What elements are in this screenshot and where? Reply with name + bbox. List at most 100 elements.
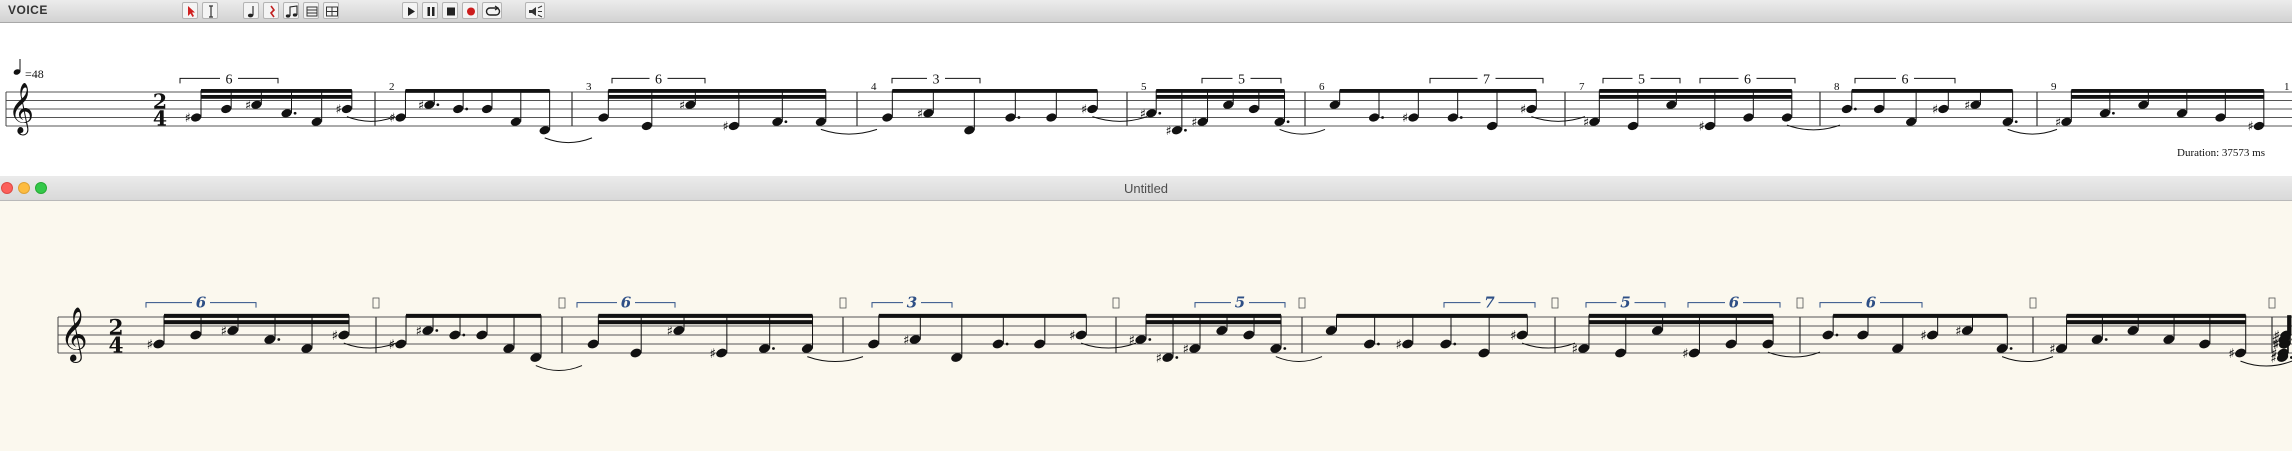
- notehead: [476, 330, 488, 340]
- sharp-accidental: ♯: [1069, 328, 1076, 344]
- notehead: [190, 113, 202, 122]
- notehead: [1615, 348, 1626, 358]
- beam: [878, 313, 1087, 318]
- tempo-label: =48: [25, 67, 44, 81]
- play-icon[interactable]: [402, 2, 418, 19]
- sharp-accidental: ♯: [1156, 350, 1163, 366]
- barline-marker: [372, 297, 380, 309]
- tie: [2240, 360, 2292, 367]
- pause-icon[interactable]: [422, 2, 438, 19]
- time-signature-bottom: 4: [108, 334, 123, 359]
- notehead: [1873, 104, 1885, 114]
- augmentation-dot: [1453, 342, 1457, 346]
- notehead: [1762, 339, 1774, 349]
- tuplet-number: 5: [1235, 294, 1245, 312]
- notehead: [1075, 330, 1087, 340]
- augmentation-dot: [784, 120, 788, 124]
- barline-marker: [839, 297, 847, 309]
- chord-tool-icon[interactable]: [303, 2, 319, 19]
- augmentation-dot: [1459, 116, 1463, 119]
- augmentation-dot: [2009, 347, 2013, 350]
- beam: [200, 94, 352, 99]
- beamed-notes-tool-icon[interactable]: [283, 2, 299, 19]
- sharp-accidental: ♯: [1955, 323, 1962, 339]
- notehead: [882, 113, 893, 122]
- barline-marker: [2268, 297, 2276, 309]
- score-view-top[interactable]: =48𝄞 24 ♯♯ ♯♯♯ ♯♯♯ ♯ ♯♯♯ ♯♯♯ ♯♯ ♯♯ ♯6 6 3 5 7 5 6 62 3 4 5 6 7…: [0, 24, 2292, 176]
- beam: [164, 320, 350, 325]
- stop-icon[interactable]: [442, 2, 458, 19]
- treble-clef: 𝄞: [8, 83, 34, 136]
- sharp-accidental: ♯: [679, 98, 685, 113]
- beam: [608, 94, 826, 99]
- augmentation-dot: [465, 107, 469, 111]
- notehead: [1822, 330, 1834, 340]
- tuplet-number: 5: [1638, 72, 1645, 87]
- tie: [2007, 128, 2058, 135]
- score-grid-tool-icon[interactable]: [323, 2, 339, 19]
- sharp-accidental: ♯: [1081, 103, 1087, 118]
- sharp-accidental: ♯: [389, 111, 395, 126]
- notehead: [221, 104, 232, 114]
- voice-window: VOICE =48 𝄞 2 4 ♯ ♯ ♯ ♯ ♯ ♯ ♯ ♯ ♯ ♯ ♯ ♯ …: [0, 0, 2292, 176]
- duration-label: Duration: 37573 ms: [2177, 147, 2265, 159]
- beam: [1146, 320, 1282, 325]
- tie: [544, 137, 593, 144]
- score-view-bottom[interactable]: 𝄞 24 ♯♯ ♯♯♯ ♯♯♯ ♯ ♯♯♯ ♯♯♯ ♯♯ ♯♯ ♯♯♯♯♯♯♯6 6 3 5 7 5 6 6: [0, 201, 2292, 451]
- notehead: [1087, 104, 1098, 114]
- sharp-accidental: ♯: [1395, 337, 1402, 353]
- notehead: [1743, 113, 1754, 122]
- sharp-accidental: ♯: [389, 337, 396, 353]
- sharp-accidental: ♯: [245, 98, 251, 113]
- notehead: [2199, 339, 2211, 349]
- note-tool-icon[interactable]: [243, 2, 259, 19]
- augmentation-dot: [1283, 347, 1287, 350]
- notehead: [395, 113, 406, 122]
- loop-icon[interactable]: [482, 2, 502, 19]
- sharp-accidental: ♯: [722, 120, 728, 135]
- notehead: [1857, 330, 1869, 340]
- sharp-accidental: ♯: [1191, 115, 1197, 130]
- arrow-tool-icon[interactable]: [182, 2, 198, 19]
- sharp-accidental: ♯: [1572, 341, 1579, 357]
- beam: [405, 89, 550, 93]
- tuplet-number: 6: [1866, 294, 1877, 312]
- notehead: [728, 121, 740, 131]
- sharp-accidental: ♯: [903, 332, 910, 348]
- barline-marker: [2029, 297, 2037, 309]
- sharp-accidental: ♯: [221, 323, 228, 339]
- augmentation-dot: [293, 111, 297, 115]
- augmentation-dot: [772, 347, 775, 350]
- tuplet-number: 5: [1238, 72, 1245, 87]
- notehead: [1704, 121, 1716, 131]
- notehead: [598, 113, 609, 122]
- notehead: [1402, 339, 1414, 349]
- augmentation-dot: [1377, 342, 1380, 346]
- measure-number: 3: [586, 81, 592, 93]
- beam: [1588, 313, 1774, 318]
- notehead: [395, 339, 407, 349]
- tie: [1275, 356, 1323, 363]
- record-icon[interactable]: [462, 2, 478, 19]
- untitled-window: Untitled 𝄞 2 4 ♯ ♯ ♯ ♯ ♯ ♯ ♯ ♯ ♯ ♯ ♯ ♯ ♯ ♯ ♯ ♯ ♯ ♯ ♯ ♯ ♯ ♯ ♯ ♯ ♯ ♯ 6 6…: [0, 176, 2292, 451]
- augmentation-dot: [462, 333, 466, 337]
- tuplet-number: 3: [907, 294, 917, 312]
- beam: [1599, 94, 1792, 99]
- beam: [1833, 313, 2008, 318]
- beam: [608, 89, 826, 93]
- beam: [598, 320, 813, 325]
- speaker-settings-icon[interactable]: [525, 2, 545, 19]
- beam: [406, 313, 542, 318]
- rest-tool-icon[interactable]: [263, 2, 279, 19]
- sharp-accidental: ♯: [185, 111, 191, 126]
- augmentation-dot: [1158, 111, 1162, 115]
- notehead: [1243, 330, 1255, 340]
- notehead: [716, 348, 728, 358]
- notehead: [1478, 348, 1490, 358]
- notehead: [1725, 339, 1737, 349]
- measure-number: 8: [1834, 81, 1840, 93]
- sharp-accidental: ♯: [2270, 350, 2277, 366]
- text-cursor-tool-icon[interactable]: [202, 2, 218, 19]
- beam: [200, 89, 352, 93]
- measure-number: 7: [1579, 81, 1585, 93]
